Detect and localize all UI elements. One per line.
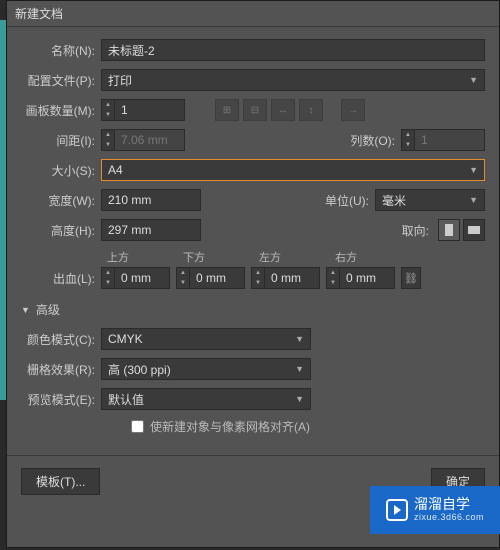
profile-value: 打印 bbox=[108, 72, 132, 89]
bleed-top-label: 上方 bbox=[107, 249, 183, 265]
watermark: 溜溜自学 zixue.3d66.com bbox=[370, 486, 500, 534]
size-label: 大小(S): bbox=[21, 162, 101, 179]
arrange-grid-col-icon[interactable]: ⊟ bbox=[243, 99, 267, 121]
name-input[interactable] bbox=[101, 39, 485, 61]
color-mode-label: 颜色模式(C): bbox=[21, 331, 101, 348]
bleed-top-input[interactable] bbox=[115, 267, 170, 289]
bleed-left-stepper[interactable]: ▲▼ bbox=[251, 267, 320, 289]
columns-input bbox=[415, 129, 485, 151]
arrange-row-icon[interactable]: ↔ bbox=[271, 99, 295, 121]
artboards-label: 画板数量(M): bbox=[21, 102, 101, 119]
size-select[interactable]: A4 ▼ bbox=[101, 159, 485, 181]
step-down-icon: ▼ bbox=[102, 140, 114, 150]
landscape-icon bbox=[468, 226, 480, 234]
dialog-content: 名称(N): 配置文件(P): 打印 ▼ 画板数量(M): ▲▼ ⊞ ⊟ ↔ ↕… bbox=[7, 27, 499, 447]
dialog-title: 新建文档 bbox=[7, 1, 499, 27]
preview-value: 默认值 bbox=[108, 391, 144, 408]
chevron-down-icon: ▼ bbox=[469, 195, 478, 205]
color-mode-select[interactable]: CMYK ▼ bbox=[101, 328, 311, 350]
bleed-left-label: 左方 bbox=[259, 249, 335, 265]
height-label: 高度(H): bbox=[21, 222, 101, 239]
align-pixel-grid-label: 使新建对象与像素网格对齐(A) bbox=[150, 418, 310, 435]
units-value: 毫米 bbox=[382, 192, 406, 209]
new-document-dialog: 新建文档 名称(N): 配置文件(P): 打印 ▼ 画板数量(M): ▲▼ ⊞ … bbox=[6, 0, 500, 548]
step-down-icon: ▼ bbox=[402, 140, 414, 150]
advanced-label: 高级 bbox=[36, 301, 60, 318]
chevron-down-icon: ▼ bbox=[295, 364, 304, 374]
profile-select[interactable]: 打印 ▼ bbox=[101, 69, 485, 91]
arrange-icons: ⊞ ⊟ ↔ ↕ → bbox=[215, 99, 365, 121]
name-label: 名称(N): bbox=[21, 42, 101, 59]
template-button[interactable]: 模板(T)... bbox=[21, 468, 100, 495]
bleed-label: 出血(L): bbox=[21, 270, 101, 287]
watermark-brand: 溜溜自学 bbox=[414, 497, 484, 512]
profile-label: 配置文件(P): bbox=[21, 72, 101, 89]
bleed-right-input[interactable] bbox=[340, 267, 395, 289]
bleed-bottom-input[interactable] bbox=[190, 267, 245, 289]
chevron-down-icon: ▼ bbox=[295, 394, 304, 404]
spacing-label: 间距(I): bbox=[21, 132, 101, 149]
step-up-icon: ▲ bbox=[102, 130, 114, 140]
spacing-input bbox=[115, 129, 185, 151]
bleed-top-stepper[interactable]: ▲▼ bbox=[101, 267, 170, 289]
preview-select[interactable]: 默认值 ▼ bbox=[101, 388, 311, 410]
raster-select[interactable]: 高 (300 ppi) ▼ bbox=[101, 358, 311, 380]
bleed-bottom-stepper[interactable]: ▲▼ bbox=[176, 267, 245, 289]
orient-label: 取向: bbox=[402, 222, 435, 239]
orient-portrait-button[interactable] bbox=[438, 219, 460, 241]
bleed-right-label: 右方 bbox=[335, 249, 411, 265]
portrait-icon bbox=[445, 224, 453, 236]
bleed-headers: 上方 下方 左方 右方 bbox=[107, 249, 485, 265]
units-label: 单位(U): bbox=[325, 192, 375, 209]
chevron-down-icon: ▼ bbox=[469, 75, 478, 85]
artboards-input[interactable] bbox=[115, 99, 185, 121]
arrange-rtl-icon[interactable]: → bbox=[341, 99, 365, 121]
width-label: 宽度(W): bbox=[21, 192, 101, 209]
artboards-stepper[interactable]: ▲▼ bbox=[101, 99, 185, 121]
play-icon bbox=[386, 499, 408, 521]
step-up-icon: ▲ bbox=[402, 130, 414, 140]
align-pixel-grid-checkbox[interactable] bbox=[131, 420, 144, 433]
watermark-url: zixue.3d66.com bbox=[414, 513, 484, 523]
bleed-left-input[interactable] bbox=[265, 267, 320, 289]
step-down-icon[interactable]: ▼ bbox=[102, 110, 114, 120]
disclosure-triangle-icon: ▼ bbox=[21, 305, 30, 315]
raster-label: 栅格效果(R): bbox=[21, 361, 101, 378]
step-up-icon[interactable]: ▲ bbox=[102, 100, 114, 110]
app-edge bbox=[0, 20, 6, 400]
advanced-header[interactable]: ▼ 高级 bbox=[21, 301, 485, 318]
width-input[interactable] bbox=[101, 189, 201, 211]
preview-label: 预览模式(E): bbox=[21, 391, 101, 408]
raster-value: 高 (300 ppi) bbox=[108, 361, 171, 378]
height-input[interactable] bbox=[101, 219, 201, 241]
spacing-stepper: ▲▼ bbox=[101, 129, 185, 151]
bleed-right-stepper[interactable]: ▲▼ bbox=[326, 267, 395, 289]
size-value: A4 bbox=[108, 163, 123, 177]
link-bleed-button[interactable]: ⛓ bbox=[401, 267, 421, 289]
bleed-bottom-label: 下方 bbox=[183, 249, 259, 265]
orient-landscape-button[interactable] bbox=[463, 219, 485, 241]
chevron-down-icon: ▼ bbox=[295, 334, 304, 344]
columns-stepper: ▲▼ bbox=[401, 129, 485, 151]
arrange-grid-row-icon[interactable]: ⊞ bbox=[215, 99, 239, 121]
units-select[interactable]: 毫米 ▼ bbox=[375, 189, 485, 211]
color-mode-value: CMYK bbox=[108, 332, 143, 346]
chevron-down-icon: ▼ bbox=[469, 165, 478, 175]
columns-label: 列数(O): bbox=[350, 132, 401, 149]
arrange-col-icon[interactable]: ↕ bbox=[299, 99, 323, 121]
